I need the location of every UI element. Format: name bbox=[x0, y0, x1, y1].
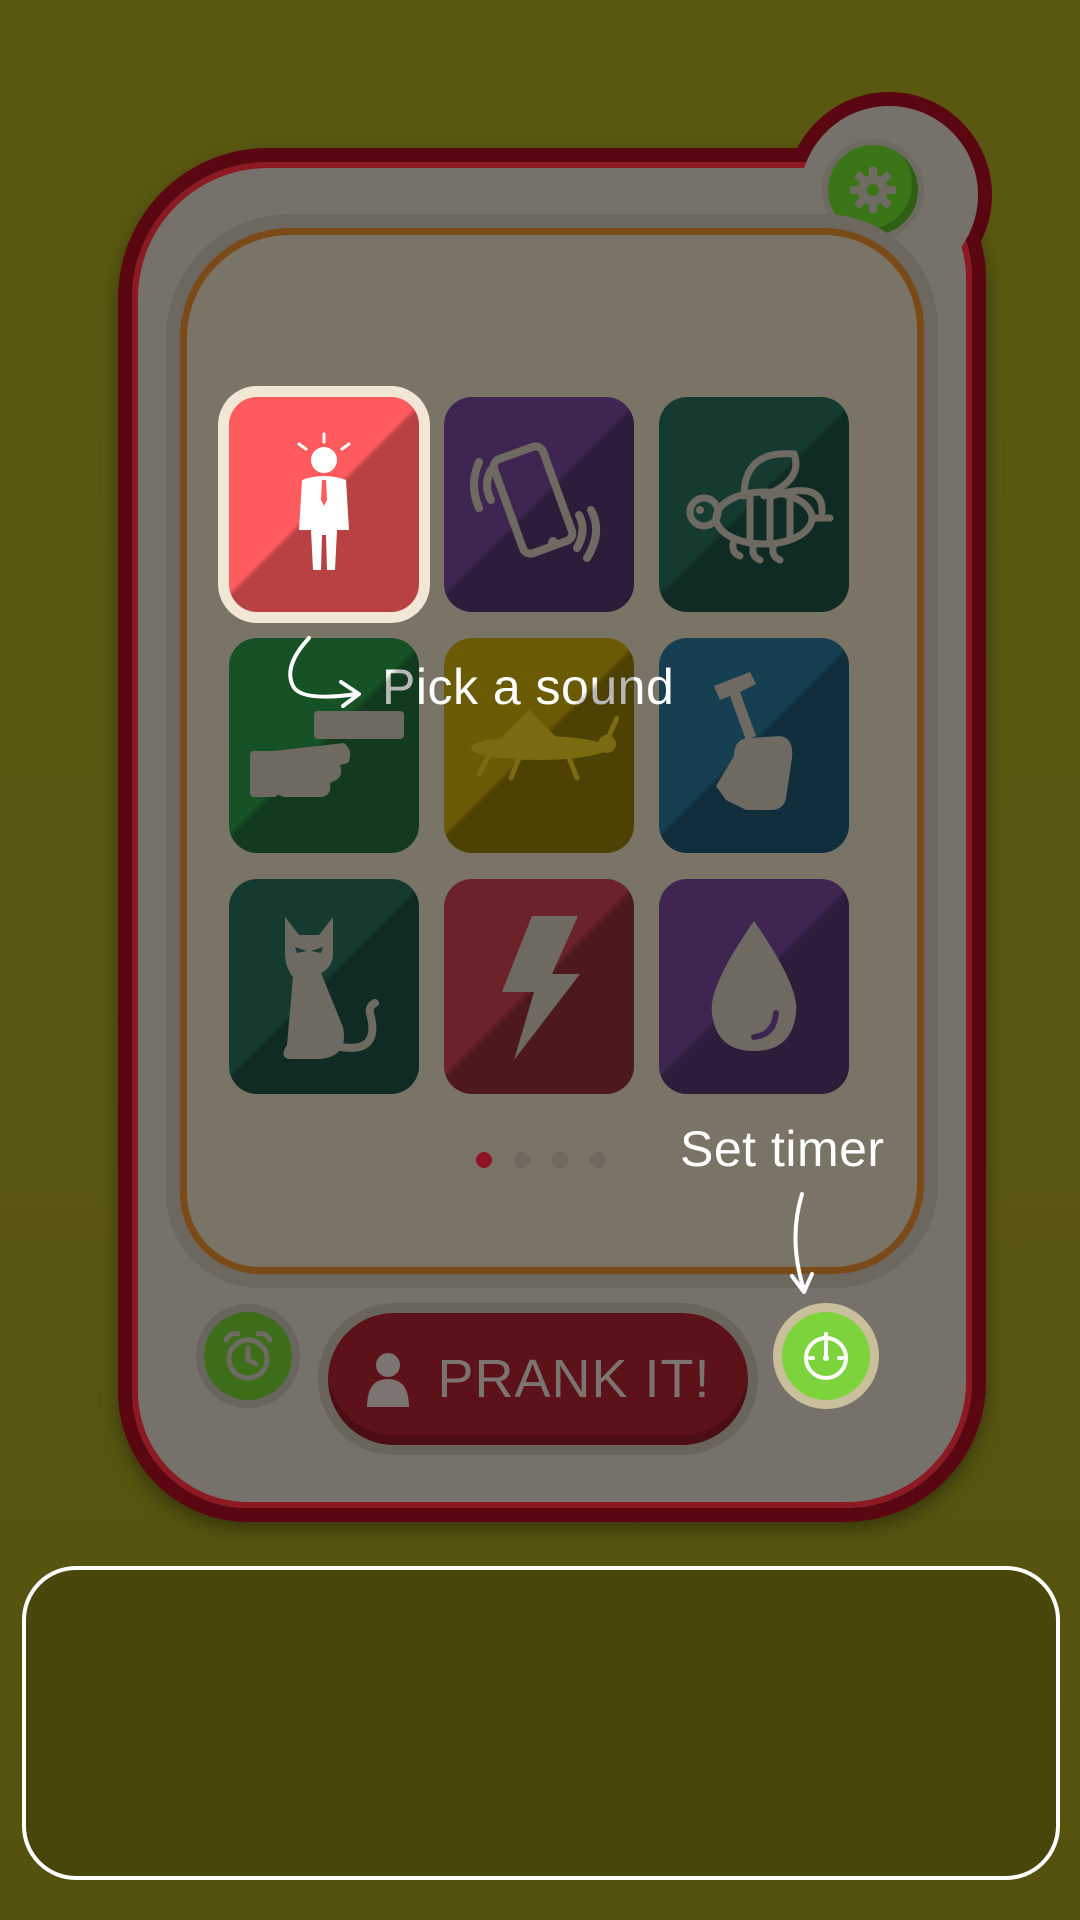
alarm-clock-icon bbox=[223, 1331, 273, 1381]
gear-icon bbox=[850, 167, 896, 213]
lightning-icon bbox=[502, 915, 580, 1060]
sound-tile-bee[interactable] bbox=[659, 397, 849, 612]
settings-button[interactable] bbox=[828, 145, 918, 235]
sound-tile-hand-gun[interactable] bbox=[229, 638, 419, 853]
prank-it-button[interactable]: PRANK IT! bbox=[328, 1313, 748, 1445]
water-drop-icon bbox=[711, 920, 797, 1051]
sound-tile-cat[interactable] bbox=[229, 879, 419, 1094]
sound-tile-hammer-hand[interactable] bbox=[659, 638, 849, 853]
bee-icon bbox=[686, 449, 834, 563]
page-dot-3[interactable] bbox=[552, 1152, 568, 1168]
office-man-icon bbox=[297, 432, 351, 570]
prank-it-label: PRANK IT! bbox=[437, 1349, 711, 1409]
stopwatch-icon bbox=[804, 1332, 848, 1380]
person-icon bbox=[367, 1353, 410, 1407]
grasshopper-icon bbox=[471, 709, 619, 780]
page-dot-4[interactable] bbox=[590, 1152, 606, 1168]
page-dot-1[interactable] bbox=[476, 1152, 492, 1168]
hammer-hand-icon bbox=[714, 671, 793, 810]
sound-tile-vibrating-phone[interactable] bbox=[444, 397, 634, 612]
timer-button[interactable] bbox=[782, 1312, 870, 1400]
ad-banner-area[interactable] bbox=[22, 1566, 1060, 1880]
sound-tile-grasshopper[interactable] bbox=[444, 638, 634, 853]
page-dot-2[interactable] bbox=[514, 1152, 530, 1168]
set-timer-hint: Set timer bbox=[680, 1121, 885, 1177]
cat-icon bbox=[283, 916, 379, 1059]
sound-tile-lightning[interactable] bbox=[444, 879, 634, 1094]
set-timer-arrow bbox=[790, 1192, 814, 1294]
page-indicator bbox=[476, 1152, 606, 1168]
sound-tile-water-drop[interactable] bbox=[659, 879, 849, 1094]
vibrating-phone-icon bbox=[470, 441, 601, 562]
hand-gun-icon bbox=[250, 710, 404, 797]
sound-tile-office-man[interactable] bbox=[229, 397, 419, 612]
alarm-button[interactable] bbox=[204, 1312, 292, 1400]
